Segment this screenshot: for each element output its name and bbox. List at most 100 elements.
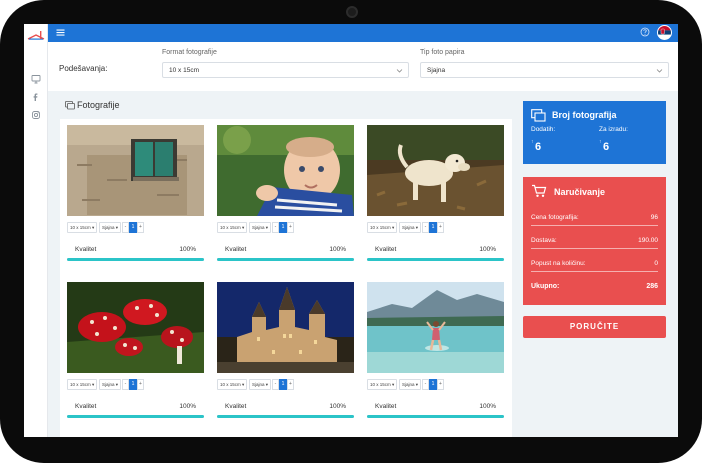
decrement-button[interactable]: - — [122, 222, 129, 233]
photo-card: 10 x 15cm ▾ Sjajna ▾ - 1 + Kvalitet 100% — [217, 125, 354, 262]
order-card: Naručivanje Cena fotografija: 96 Dostava… — [523, 177, 666, 305]
photo-count-card: Broj fotografija Dodatih: Za izradu: ↑ 6… — [523, 101, 666, 164]
menu-icon[interactable] — [56, 28, 65, 37]
format-mini-select[interactable]: 10 x 15cm ▾ — [217, 379, 247, 390]
divider — [531, 248, 658, 249]
order-button[interactable]: PORUČITE — [523, 316, 666, 338]
paper-mini-select[interactable]: Sjajna ▾ — [99, 379, 121, 390]
logo-icon[interactable] — [26, 29, 46, 41]
format-select[interactable]: 10 x 15cm — [162, 62, 409, 78]
photo-card: 10 x 15cm ▾ Sjajna ▾ - 1 + Kvalitet 100% — [367, 282, 504, 419]
quantity-value[interactable]: 1 — [429, 222, 437, 233]
paper-mini-select[interactable]: Sjajna ▾ — [399, 222, 421, 233]
arrow-up-icon: ↑ — [531, 139, 534, 145]
order-title: Naručivanje — [554, 187, 606, 197]
photo-card: 10 x 15cm ▾ Sjajna ▾ - 1 + Kvalitet 100% — [367, 125, 504, 262]
photo-stack-icon — [531, 109, 546, 122]
order-row-label: Dostava: — [531, 237, 557, 244]
settings-bar: Podešavanja: Format fotografije 10 x 15c… — [48, 42, 678, 91]
quantity-value[interactable]: 1 — [279, 379, 287, 390]
chevron-down-icon — [396, 69, 403, 73]
to-print-label: Za izradu: — [599, 126, 628, 133]
user-avatar[interactable] — [657, 25, 672, 40]
photo-card: 10 x 15cm ▾ Sjajna ▾ - 1 + Kvalitet 100% — [67, 282, 204, 419]
photo-thumbnail[interactable] — [367, 282, 504, 373]
quality-label: Kvalitet — [375, 403, 397, 410]
instagram-icon[interactable] — [31, 110, 41, 120]
format-mini-select[interactable]: 10 x 15cm ▾ — [67, 379, 97, 390]
decrement-button[interactable]: - — [272, 379, 279, 390]
order-row-value: 0 — [654, 260, 658, 267]
quality-bar-fill — [367, 415, 504, 418]
decrement-button[interactable]: - — [272, 222, 279, 233]
paper-select[interactable]: Sjajna — [420, 62, 669, 78]
help-icon[interactable] — [640, 27, 650, 37]
increment-button[interactable]: + — [287, 379, 294, 390]
quantity-value[interactable]: 1 — [279, 222, 287, 233]
photo-controls: 10 x 15cm ▾ Sjajna ▾ - 1 + — [217, 222, 354, 233]
chevron-down-icon — [656, 69, 663, 73]
quality-bar — [217, 258, 354, 261]
flag-icon — [658, 26, 671, 39]
format-mini-select[interactable]: 10 x 15cm ▾ — [67, 222, 97, 233]
photo-controls: 10 x 15cm ▾ Sjajna ▾ - 1 + — [367, 222, 504, 233]
photo-thumbnail[interactable] — [217, 125, 354, 216]
photo-thumbnail[interactable] — [67, 282, 204, 373]
photo-thumbnail[interactable] — [217, 282, 354, 373]
quality-label: Kvalitet — [225, 246, 247, 253]
quality-bar-fill — [67, 415, 204, 418]
quality-percent: 100% — [179, 246, 196, 253]
quality-row: Kvalitet 100% — [217, 246, 354, 256]
photo-card: 10 x 15cm ▾ Sjajna ▾ - 1 + Kvalitet 100% — [217, 282, 354, 419]
quality-percent: 100% — [329, 246, 346, 253]
paper-mini-select[interactable]: Sjajna ▾ — [249, 379, 271, 390]
quality-percent: 100% — [479, 403, 496, 410]
quality-row: Kvalitet 100% — [367, 246, 504, 256]
quality-percent: 100% — [479, 246, 496, 253]
photo-controls: 10 x 15cm ▾ Sjajna ▾ - 1 + — [217, 379, 354, 390]
quality-bar — [367, 415, 504, 418]
paper-mini-select[interactable]: Sjajna ▾ — [249, 222, 271, 233]
quality-bar-fill — [217, 258, 354, 261]
tablet-frame: Podešavanja: Format fotografije 10 x 15c… — [0, 0, 702, 463]
monitor-icon[interactable] — [31, 74, 41, 84]
facebook-icon[interactable] — [31, 92, 41, 102]
increment-button[interactable]: + — [437, 379, 444, 390]
photo-controls: 10 x 15cm ▾ Sjajna ▾ - 1 + — [367, 379, 504, 390]
quantity-value[interactable]: 1 — [429, 379, 437, 390]
app-screen: Podešavanja: Format fotografije 10 x 15c… — [24, 24, 678, 437]
photo-controls: 10 x 15cm ▾ Sjajna ▾ - 1 + — [67, 222, 204, 233]
decrement-button[interactable]: - — [422, 379, 429, 390]
divider — [531, 225, 658, 226]
order-row-discount: Popust na količinu: 0 — [531, 260, 658, 272]
quality-percent: 100% — [179, 403, 196, 410]
paper-mini-select[interactable]: Sjajna ▾ — [99, 222, 121, 233]
photos-icon — [65, 101, 75, 110]
increment-button[interactable]: + — [287, 222, 294, 233]
to-print-value: 6 — [603, 141, 610, 153]
camera-dot — [346, 6, 358, 18]
paper-mini-select[interactable]: Sjajna ▾ — [399, 379, 421, 390]
quality-row: Kvalitet 100% — [367, 403, 504, 413]
decrement-button[interactable]: - — [122, 379, 129, 390]
photo-thumbnail[interactable] — [67, 125, 204, 216]
section-title: Fotografije — [77, 100, 120, 110]
order-row-label: Popust na količinu: — [531, 260, 586, 267]
increment-button[interactable]: + — [137, 222, 144, 233]
quality-bar-fill — [367, 258, 504, 261]
paper-select-value: Sjajna — [427, 67, 446, 74]
quality-row: Kvalitet 100% — [217, 403, 354, 413]
quality-row: Kvalitet 100% — [67, 246, 204, 256]
quality-label: Kvalitet — [75, 246, 97, 253]
format-mini-select[interactable]: 10 x 15cm ▾ — [217, 222, 247, 233]
format-mini-select[interactable]: 10 x 15cm ▾ — [367, 379, 397, 390]
decrement-button[interactable]: - — [422, 222, 429, 233]
quantity-value[interactable]: 1 — [129, 222, 137, 233]
order-row-value: 286 — [646, 283, 658, 290]
increment-button[interactable]: + — [137, 379, 144, 390]
arrow-up-icon: ↑ — [599, 139, 602, 145]
quantity-value[interactable]: 1 — [129, 379, 137, 390]
photo-thumbnail[interactable] — [367, 125, 504, 216]
format-mini-select[interactable]: 10 x 15cm ▾ — [367, 222, 397, 233]
increment-button[interactable]: + — [437, 222, 444, 233]
